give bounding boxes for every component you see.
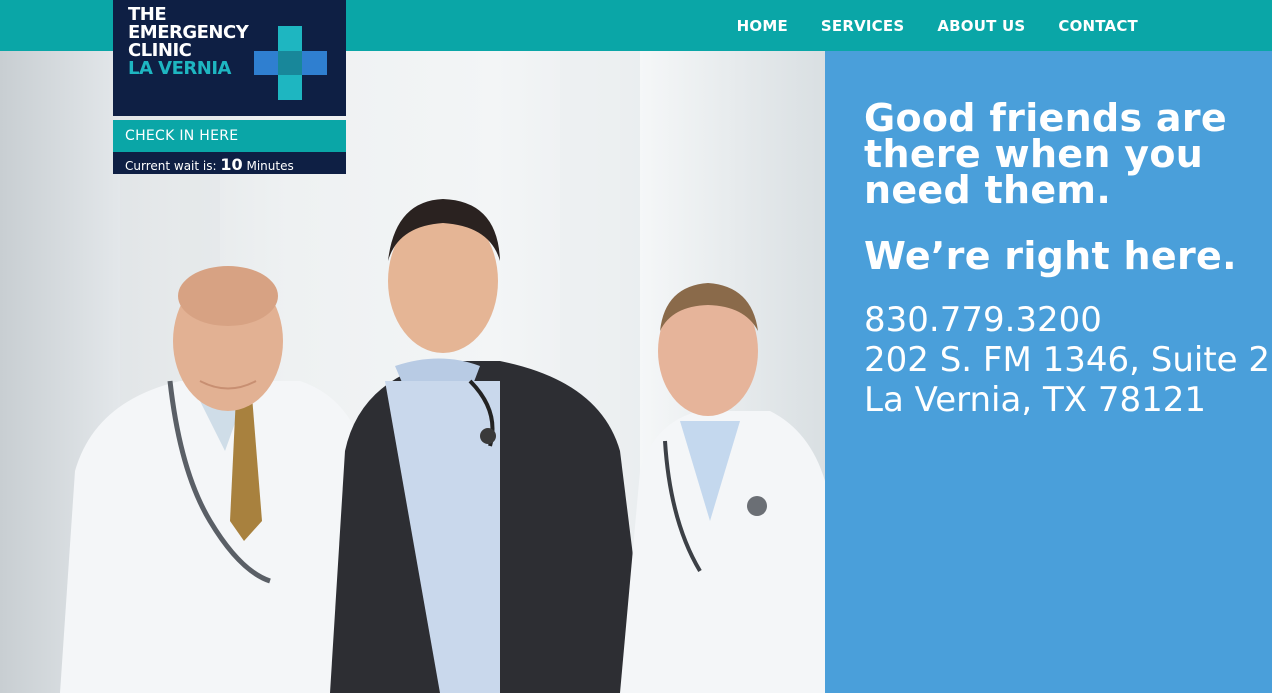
hero-subheadline: We’re right here. xyxy=(864,234,1237,278)
site-logo[interactable]: THE EMERGENCY CLINIC LA VERNIA xyxy=(113,0,346,116)
nav-services-link[interactable]: SERVICES xyxy=(821,17,904,35)
wait-time-unit: Minutes xyxy=(246,159,294,173)
wait-time-prefix: Current wait is: xyxy=(125,159,217,173)
logo-line-4: LA VERNIA xyxy=(128,58,231,79)
main-nav: HOME SERVICES ABOUT US CONTACT xyxy=(704,0,1272,51)
phone-number[interactable]: 830.779.3200 xyxy=(864,300,1270,340)
check-in-label: CHECK IN HERE xyxy=(125,128,239,144)
logo-text: THE EMERGENCY CLINIC LA VERNIA xyxy=(128,6,249,79)
nav-about-link[interactable]: ABOUT US xyxy=(937,17,1025,35)
nav-home-link[interactable]: HOME xyxy=(737,17,788,35)
wait-time-value: 10 xyxy=(220,155,243,174)
wait-time-bar: Current wait is: 10 Minutes xyxy=(113,152,346,174)
doctor-center xyxy=(330,199,650,693)
nav-contact-link[interactable]: CONTACT xyxy=(1058,17,1138,35)
check-in-button[interactable]: CHECK IN HERE xyxy=(113,120,346,152)
contact-info: 830.779.3200 202 S. FM 1346, Suite 2 La … xyxy=(864,300,1270,420)
hero-headline: Good friends are there when you need the… xyxy=(864,96,1227,212)
address-line-2: La Vernia, TX 78121 xyxy=(864,380,1206,420)
doctor-right xyxy=(620,283,825,693)
address-line-1: 202 S. FM 1346, Suite 2 xyxy=(864,340,1271,380)
wait-time-text: Current wait is: 10 Minutes xyxy=(125,155,294,174)
medical-cross-icon xyxy=(254,26,327,100)
